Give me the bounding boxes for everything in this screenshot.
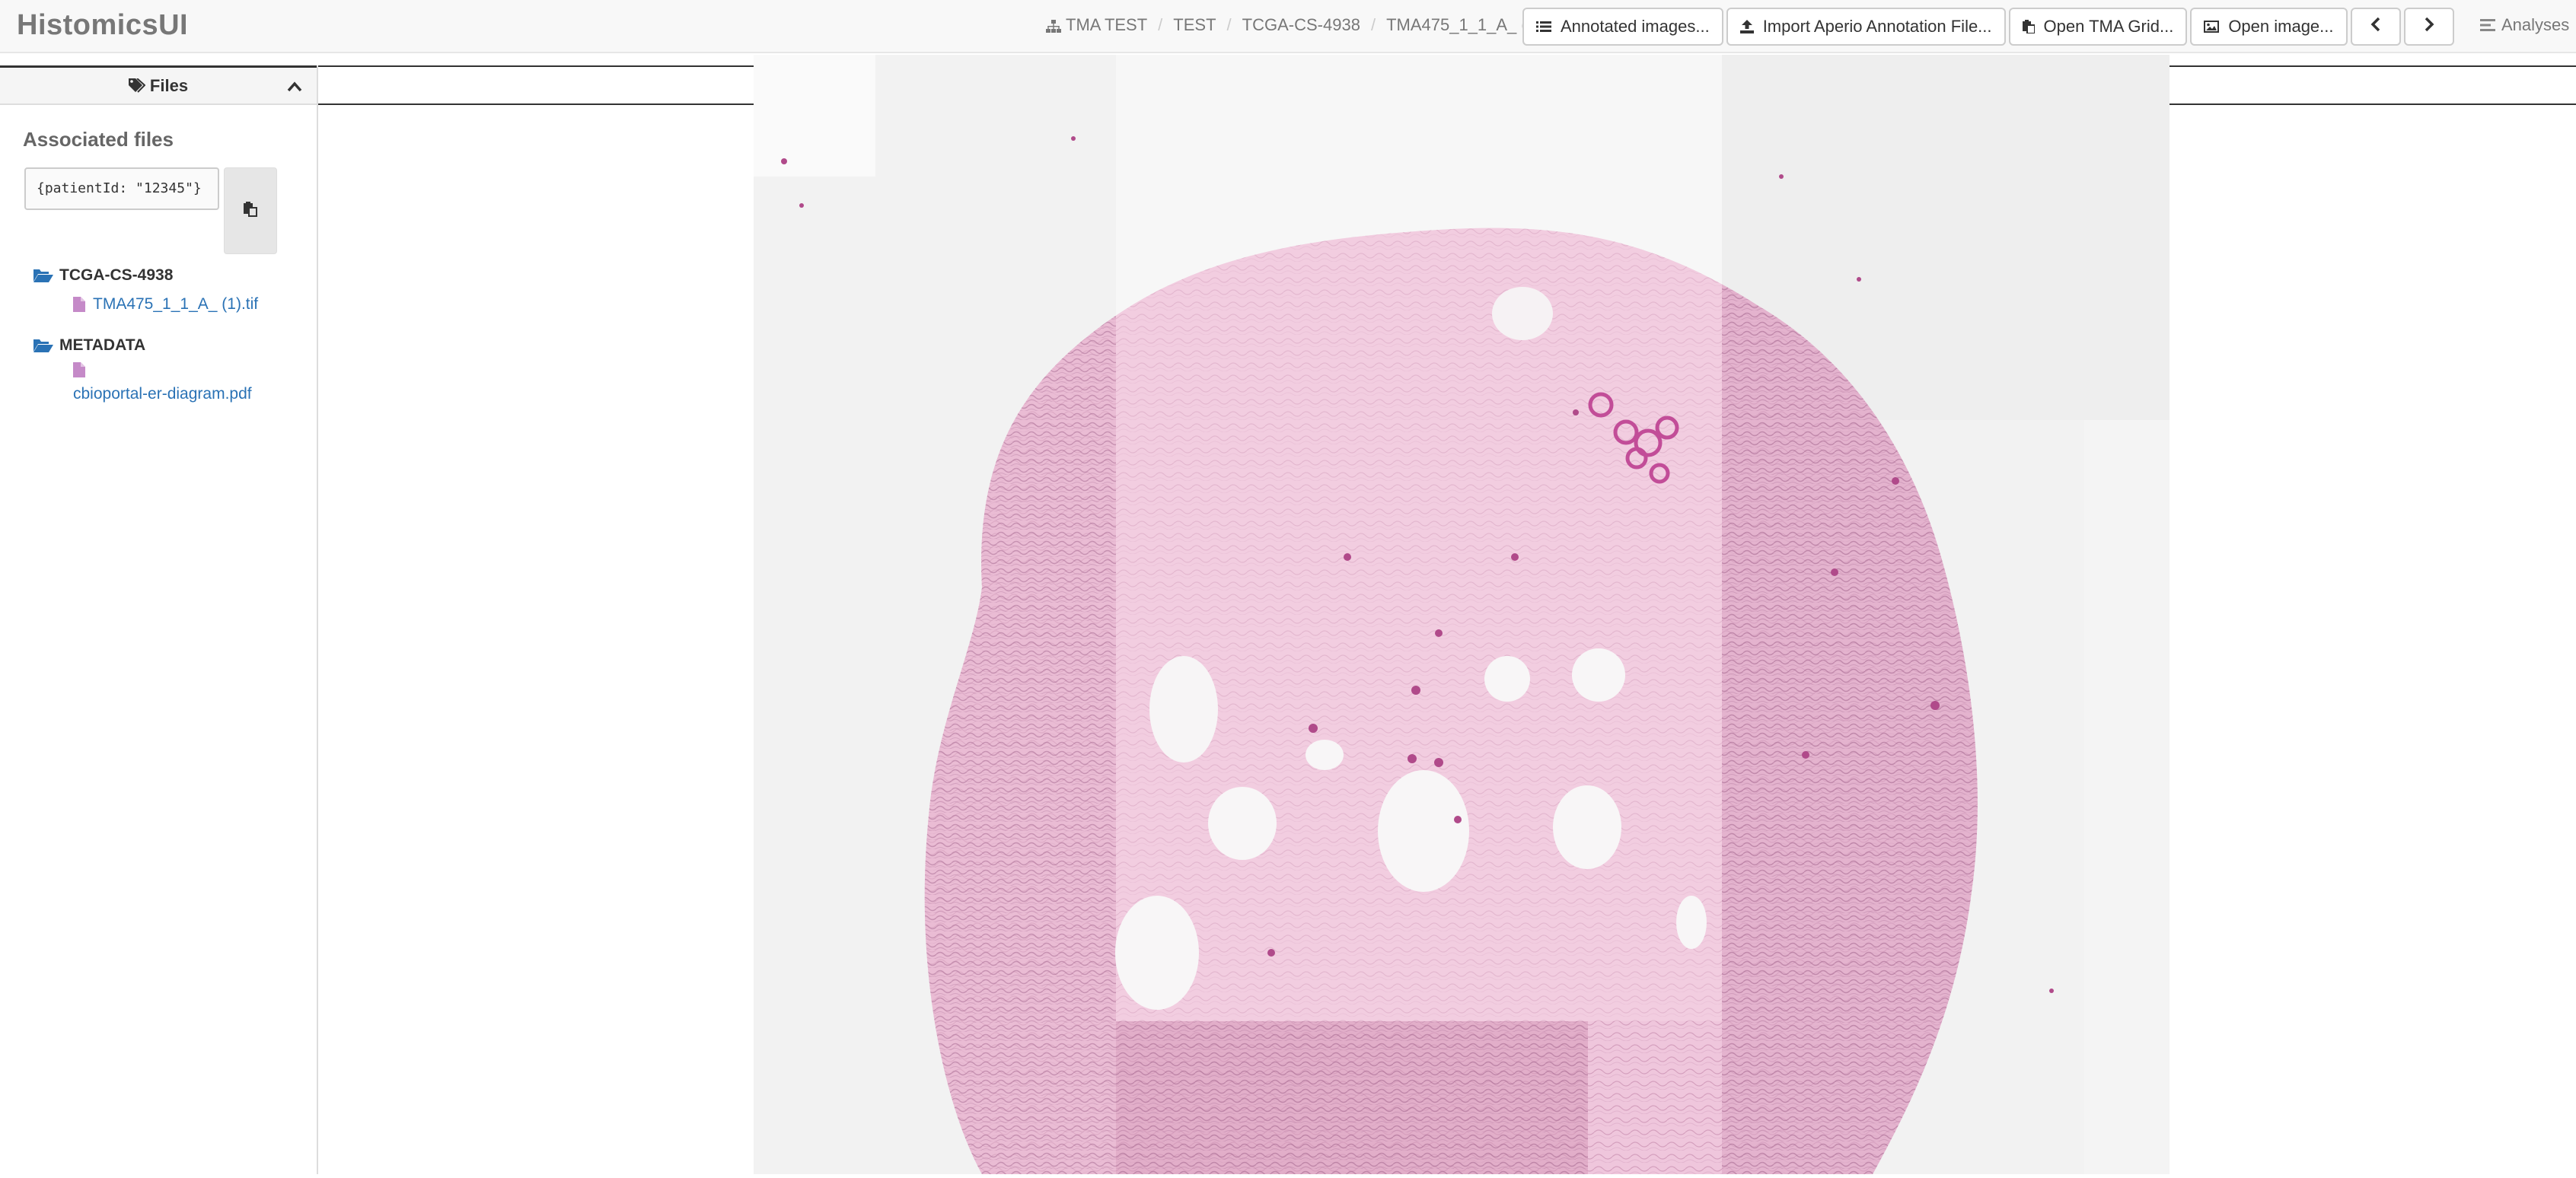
paste-icon	[2022, 20, 2035, 33]
open-image-label: Open image...	[2228, 17, 2334, 36]
file-tree: TCGA-CS-4938 TMA475_1_1_A_ (1).tif METAD…	[33, 262, 258, 409]
associated-files-title: Associated files	[23, 128, 174, 151]
folder-open-icon	[33, 268, 53, 283]
tree-file-tif[interactable]: TMA475_1_1_A_ (1).tif	[73, 289, 258, 320]
upload-icon	[1739, 20, 1754, 33]
tree-file-label: cbioportal-er-diagram.pdf	[73, 385, 252, 403]
files-panel-title: Files	[149, 75, 189, 95]
annotated-images-button[interactable]: Annotated images...	[1522, 8, 1723, 46]
paste-icon	[244, 201, 257, 221]
breadcrumb-item-subfolder[interactable]: TCGA-CS-4938	[1242, 15, 1360, 35]
list-icon	[1536, 21, 1551, 33]
metadata-field[interactable]: {patientId: "12345"}	[24, 167, 219, 210]
breadcrumb: TMA TEST / TEST / TCGA-CS-4938 / TMA475_…	[1046, 15, 1560, 35]
toolbar: Annotated images... Import Aperio Annota…	[1522, 8, 2454, 47]
import-aperio-button[interactable]: Import Aperio Annotation File...	[1726, 8, 2006, 46]
chevron-right-icon	[2424, 17, 2434, 37]
files-sidebar: Files Associated files {patientId: "1234…	[0, 65, 318, 1174]
file-icon	[73, 297, 85, 312]
open-image-button[interactable]: Open image...	[2190, 8, 2348, 46]
tree-folder-metadata[interactable]: METADATA	[33, 332, 258, 359]
annotated-images-label: Annotated images...	[1561, 17, 1710, 36]
analyses-label: Analyses	[2501, 15, 2570, 34]
import-aperio-label: Import Aperio Annotation File...	[1762, 17, 1992, 36]
tree-file-label: TMA475_1_1_A_ (1).tif	[93, 295, 259, 313]
folder-open-icon	[33, 338, 53, 353]
breadcrumb-item-collection[interactable]: TMA TEST	[1066, 15, 1147, 35]
previous-image-button[interactable]	[2350, 8, 2401, 46]
chevron-up-icon	[287, 77, 302, 97]
next-image-button[interactable]	[2403, 8, 2454, 46]
tree-file-pdf[interactable]: cbioportal-er-diagram.pdf	[73, 362, 258, 403]
app-brand[interactable]: HistomicsUI	[17, 9, 188, 42]
tree-folder-tcga[interactable]: TCGA-CS-4938	[33, 262, 258, 289]
open-tma-grid-label: Open TMA Grid...	[2043, 17, 2174, 36]
breadcrumb-item-folder[interactable]: TEST	[1173, 15, 1216, 35]
tissue-image	[754, 55, 2171, 1174]
tree-folder-label: METADATA	[59, 336, 146, 354]
chevron-left-icon	[2370, 17, 2381, 37]
tags-icon	[128, 78, 145, 94]
file-icon	[73, 362, 258, 385]
collapse-panel-button[interactable]	[286, 78, 303, 95]
tasks-icon	[2480, 18, 2495, 32]
tree-folder-label: TCGA-CS-4938	[59, 266, 174, 284]
breadcrumb-separator: /	[1370, 15, 1376, 34]
top-navbar: HistomicsUI TMA TEST / TEST / TCGA-CS-49…	[0, 0, 2576, 53]
breadcrumb-separator: /	[1158, 15, 1163, 34]
copy-metadata-button[interactable]	[224, 167, 277, 254]
image-icon	[2204, 21, 2220, 33]
files-panel-header[interactable]: Files	[0, 65, 317, 105]
analyses-menu[interactable]: Analyses	[2480, 15, 2569, 35]
slide-image[interactable]	[754, 55, 2171, 1174]
breadcrumb-separator: /	[1226, 15, 1232, 34]
sitemap-icon	[1046, 18, 1061, 33]
open-tma-grid-button[interactable]: Open TMA Grid...	[2008, 8, 2188, 46]
